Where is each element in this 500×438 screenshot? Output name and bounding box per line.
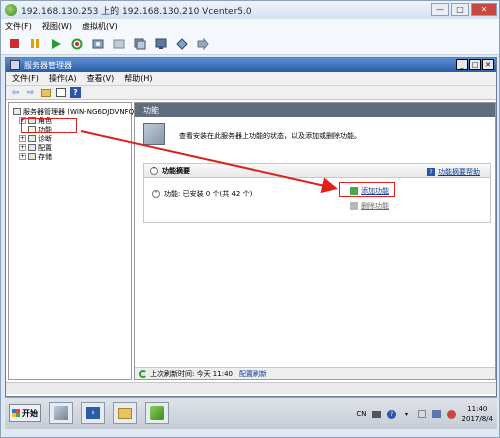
guest-minimize-button[interactable]: _: [456, 59, 468, 70]
summary-header[interactable]: ˄ 功能摘要 ? 功能摘要帮助: [144, 164, 490, 178]
configure-refresh-link[interactable]: 配置刷新: [239, 369, 267, 379]
guest-menu-action[interactable]: 操作(A): [49, 73, 77, 84]
keyboard-icon[interactable]: [372, 409, 382, 419]
clock-time: 11:40: [467, 405, 488, 413]
flag-tray-icon[interactable]: [417, 409, 427, 419]
forward-arrow-icon[interactable]: ⇨: [25, 87, 36, 98]
menu-view[interactable]: 视图(W): [42, 21, 72, 32]
send-ctrl-alt-del-icon[interactable]: [196, 37, 210, 51]
horizontal-scrollbar[interactable]: [6, 382, 496, 394]
snapshot-icon[interactable]: [91, 37, 105, 51]
menu-vm[interactable]: 虚拟机(V): [82, 21, 118, 32]
menu-file[interactable]: 文件(F): [5, 21, 32, 32]
server-manager-title: 服务器管理器: [24, 60, 72, 70]
server-manager-titlebar[interactable]: 服务器管理器 _ □ ✕: [6, 58, 496, 72]
guest-menu-view[interactable]: 查看(V): [87, 73, 115, 84]
start-button[interactable]: 开始: [9, 404, 41, 422]
collapse-icon[interactable]: ˄: [150, 166, 158, 175]
diagnostics-icon: [28, 135, 36, 142]
client-menubar: 文件(F) 视图(W) 虚拟机(V): [1, 19, 499, 33]
clock-date: 2017/8/4: [461, 415, 493, 423]
revert-snapshot-icon[interactable]: [112, 37, 126, 51]
summary-help-link[interactable]: ? 功能摘要帮助: [427, 167, 480, 177]
reset-icon[interactable]: [70, 37, 84, 51]
tree-item-storage[interactable]: + 存储: [19, 152, 52, 161]
taskbar-explorer-icon[interactable]: [113, 402, 137, 424]
close-button[interactable]: ✕: [471, 3, 497, 16]
help-icon[interactable]: ?: [70, 87, 81, 98]
remove-features-label: 删除功能: [361, 202, 389, 210]
help-tray-icon[interactable]: ?: [387, 409, 397, 419]
console-icon[interactable]: [154, 37, 168, 51]
refresh-status-bar: 上次刷新时间: 今天 11:40 配置刷新: [135, 367, 495, 379]
storage-icon: [28, 153, 36, 160]
collapse-icon[interactable]: ˄: [152, 190, 160, 198]
guest-close-button[interactable]: ✕: [482, 59, 494, 70]
volume-icon[interactable]: [447, 409, 457, 419]
network-icon[interactable]: [432, 409, 442, 419]
snapshot-manager-icon[interactable]: [133, 37, 147, 51]
summary-title: 功能摘要: [162, 166, 190, 175]
guest-menu-file[interactable]: 文件(F): [12, 73, 39, 84]
navigation-tree: 服务器管理器 (WIN-NG6DJDVNFQ + 角色 功能 + 诊断 + 配置: [8, 102, 134, 380]
features-installed-row: ˄ 功能: 已安装 0 个(共 42 个): [152, 189, 252, 199]
configuration-icon: [28, 144, 36, 151]
vsphere-client-window: 192.168.130.253 上的 192.168.130.210 Vcent…: [0, 0, 500, 438]
windows-flag-icon: [12, 409, 20, 417]
guest-maximize-button[interactable]: □: [469, 59, 481, 70]
options-icon[interactable]: ▾: [402, 409, 412, 419]
taskbar-powershell-icon[interactable]: ›: [81, 402, 105, 424]
minimize-button[interactable]: —: [431, 3, 449, 16]
language-indicator[interactable]: CN: [356, 410, 366, 418]
guest-menubar: 文件(F) 操作(A) 查看(V) 帮助(H): [6, 72, 496, 86]
guest-menu-help[interactable]: 帮助(H): [124, 73, 152, 84]
annotation-box-features: [21, 118, 77, 133]
power-on-icon[interactable]: [49, 37, 63, 51]
suspend-icon[interactable]: [28, 37, 42, 51]
expand-icon[interactable]: +: [19, 153, 26, 160]
window-title: 192.168.130.253 上的 192.168.130.210 Vcent…: [21, 6, 252, 17]
maximize-button[interactable]: □: [451, 3, 469, 16]
clock[interactable]: 11:40 2017/8/4: [462, 404, 493, 424]
remove-features-icon: [350, 202, 358, 210]
guest-taskbar: 开始 › CN ? ▾ 11:40 2017/8/4: [5, 397, 497, 429]
vm-settings-icon[interactable]: [175, 37, 189, 51]
remove-features-link[interactable]: 删除功能: [350, 201, 389, 211]
help-icon: ?: [427, 168, 435, 176]
taskbar-vsphere-icon[interactable]: [145, 402, 169, 424]
vsphere-logo-icon: [5, 4, 17, 16]
annotation-box-add-features: [339, 182, 395, 197]
expand-icon[interactable]: +: [19, 144, 26, 151]
content-header: 功能: [135, 103, 495, 117]
power-off-icon[interactable]: [7, 37, 21, 51]
start-label: 开始: [22, 408, 38, 418]
window-titlebar[interactable]: 192.168.130.253 上的 192.168.130.210 Vcent…: [1, 1, 499, 19]
last-refresh-text: 上次刷新时间: 今天 11:40: [150, 369, 233, 378]
expand-icon[interactable]: +: [19, 135, 26, 142]
taskbar-server-manager-icon[interactable]: [49, 402, 73, 424]
show-hide-tree-icon[interactable]: [55, 87, 66, 98]
features-content-pane: 功能 查看安装在此服务器上功能的状态，以及添加或删除功能。 ˄ 功能摘要 ? 功…: [134, 102, 496, 380]
guest-toolbar: ⇦ ⇨ ?: [6, 86, 496, 100]
up-folder-icon[interactable]: [40, 87, 51, 98]
server-icon: [13, 108, 21, 115]
summary-help-label: 功能摘要帮助: [438, 168, 480, 176]
guest-console-screen[interactable]: 服务器管理器 _ □ ✕ 文件(F) 操作(A) 查看(V) 帮助(H) ⇦ ⇨…: [5, 57, 497, 397]
server-manager-icon: [10, 60, 20, 70]
features-summary-panel: ˄ 功能摘要 ? 功能摘要帮助 ˄ 功能: 已安装 0 个(共 42 个) 添加…: [143, 163, 491, 223]
client-toolbar: [1, 33, 499, 55]
tree-item-label: 存储: [38, 152, 52, 161]
content-intro-text: 查看安装在此服务器上功能的状态，以及添加或删除功能。: [179, 132, 361, 140]
back-arrow-icon[interactable]: ⇦: [10, 87, 21, 98]
tree-root-server-manager[interactable]: 服务器管理器 (WIN-NG6DJDVNFQ: [13, 107, 134, 116]
features-installed-text: 功能: 已安装 0 个(共 42 个): [164, 190, 253, 198]
features-large-icon: [143, 123, 165, 145]
refresh-icon[interactable]: [139, 369, 147, 378]
system-tray: CN ? ▾ 11:40 2017/8/4: [356, 402, 493, 426]
